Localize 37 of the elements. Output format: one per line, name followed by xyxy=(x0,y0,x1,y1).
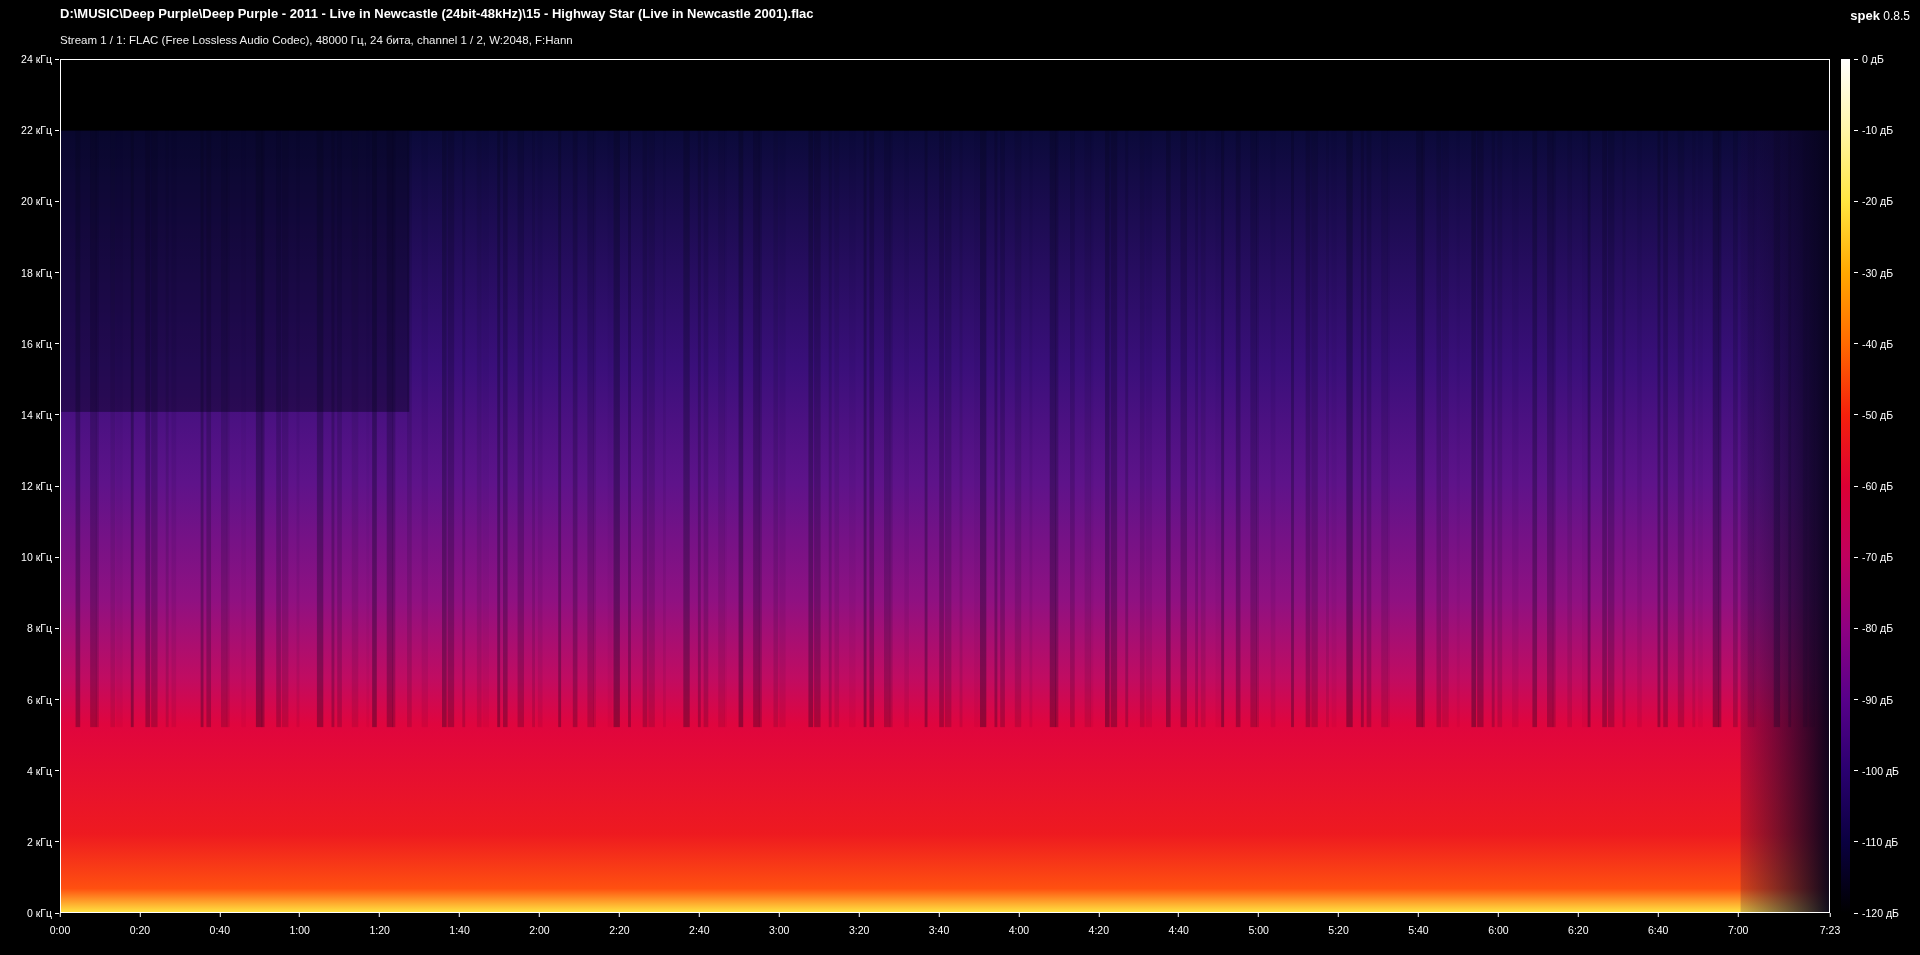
time-tick-label: 4:20 xyxy=(1087,913,1111,936)
time-tick-label: 3:00 xyxy=(767,913,791,936)
time-tick-label: 4:00 xyxy=(1007,913,1031,936)
decibel-tick-label: -60 дБ xyxy=(1854,479,1894,493)
time-tick-label: 2:20 xyxy=(608,913,631,936)
frequency-tick-label: 8 кГц xyxy=(26,621,59,636)
time-tick-label: 1:20 xyxy=(368,913,391,936)
frequency-tick-label: 12 кГц xyxy=(21,479,59,493)
time-tick-label: 5:40 xyxy=(1407,913,1430,936)
time-tick-label: 6:00 xyxy=(1487,913,1510,936)
time-tick-label: 5:00 xyxy=(1247,913,1270,936)
time-tick-label: 0:20 xyxy=(128,913,152,936)
decibel-tick-label: -120 дБ xyxy=(1854,906,1899,920)
time-tick-label: 5:20 xyxy=(1327,913,1350,936)
decibel-tick-label: 0 дБ xyxy=(1854,52,1884,66)
decibel-tick-label: -70 дБ xyxy=(1854,550,1894,565)
file-path-title: D:\MUSIC\Deep Purple\Deep Purple - 2011 - Live in Newcastle (24bit-48kHz)\15 - Highway Star (Live in Newcastle 2001).flac xyxy=(59,5,814,22)
decibel-tick-label: -20 дБ xyxy=(1854,194,1894,209)
frequency-tick-label: 22 кГц xyxy=(21,123,59,138)
time-tick-label: 3:20 xyxy=(847,913,871,936)
time-tick-label: 6:20 xyxy=(1567,913,1590,936)
frequency-tick-label: 20 кГц xyxy=(21,194,59,209)
time-tick-label: 3:40 xyxy=(927,913,951,936)
frequency-tick-label: 24 кГц xyxy=(21,52,59,66)
time-tick-label: 1:40 xyxy=(448,913,471,936)
time-tick-label: 2:40 xyxy=(688,913,711,936)
time-tick-label: 6:40 xyxy=(1646,913,1670,936)
time-tick-label: 4:40 xyxy=(1167,913,1190,936)
time-tick-label: 0:40 xyxy=(208,913,232,936)
time-tick-label: 7:23 xyxy=(1818,913,1842,936)
decibel-tick-label: -80 дБ xyxy=(1854,621,1894,636)
frequency-tick-label: 10 кГц xyxy=(21,550,59,565)
decibel-tick-label: -10 дБ xyxy=(1854,123,1894,138)
time-tick-label: 2:00 xyxy=(528,913,551,936)
stream-info-text: Stream 1 / 1: FLAC (Free Lossless Audio Codec), 48000 Гц, 24 бита, channel 1 / 2, W:2048, F:Hann xyxy=(59,33,574,47)
time-tick-label: 7:00 xyxy=(1726,913,1750,936)
time-tick-label: 1:00 xyxy=(288,913,311,936)
